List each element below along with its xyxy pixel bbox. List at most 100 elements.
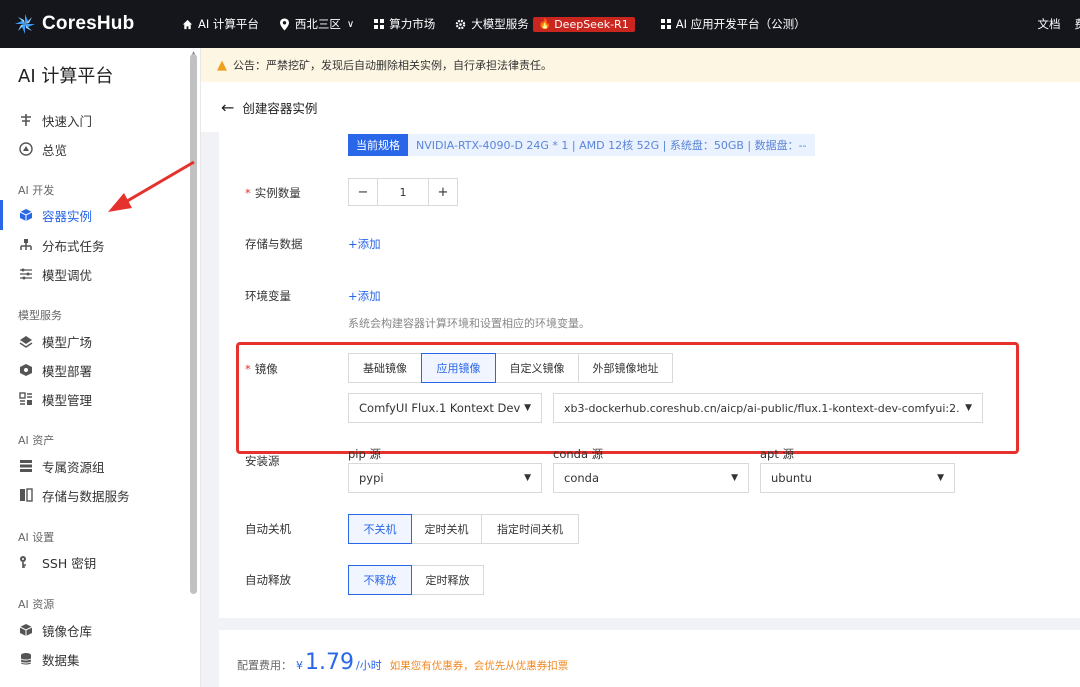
sidebar-item-storage[interactable]: 存储与数据服务 — [18, 483, 188, 507]
sidebar: AI 计算平台 ▲ 快速入门 总览 AI 开发 容器实例 分布式任务 模型调优 … — [0, 48, 201, 687]
env-label: 环境变量 — [245, 289, 291, 303]
docs-link[interactable]: 文档 — [1038, 16, 1061, 32]
group-ai-resources: AI 资源 — [18, 598, 55, 611]
apt-select[interactable]: ubuntu ▼ — [760, 463, 955, 493]
pip-value: pypi — [359, 471, 384, 485]
back-arrow-icon[interactable]: ← — [221, 98, 234, 117]
sidebar-item-label: 快速入门 — [42, 113, 93, 129]
sidebar-item-model-square[interactable]: 模型广场 — [18, 329, 188, 353]
fee-label: 配置费用： — [237, 659, 292, 672]
option-timed-shutdown[interactable]: 定时关机 — [411, 514, 482, 544]
spec-tag: 当前规格 — [348, 134, 408, 156]
pip-select[interactable]: pypi ▼ — [348, 463, 542, 493]
nav-compute-market-label: 算力市场 — [389, 17, 436, 31]
nav-ai-platform[interactable]: AI 计算平台 — [182, 0, 259, 48]
apt-value: ubuntu — [771, 471, 812, 485]
conda-label: conda 源 — [553, 447, 604, 461]
auto-release-options: 不释放 定时释放 — [348, 565, 484, 595]
sidebar-item-label: 存储与数据服务 — [42, 488, 130, 504]
sidebar-item-overview[interactable]: 总览 — [18, 137, 188, 161]
nav-llm-service[interactable]: 大模型服务 🔥 DeepSeek-R1 — [455, 0, 635, 48]
sidebar-item-label: 模型广场 — [42, 334, 93, 350]
sidebar-item-resource-group[interactable]: 专属资源组 — [18, 454, 188, 478]
pip-label: pip 源 — [348, 447, 381, 461]
sidebar-item-image-repo[interactable]: 镜像仓库 — [18, 618, 188, 642]
sidebar-item-label: 总览 — [42, 142, 68, 158]
caret-down-icon: ▼ — [937, 473, 944, 483]
nav-compute-market[interactable]: 算力市场 — [374, 0, 435, 48]
highlight-box — [236, 342, 1019, 454]
billing-link[interactable]: 费 — [1075, 16, 1080, 32]
fee-currency: ¥ — [296, 659, 303, 672]
storage-add-link[interactable]: +添加 — [348, 236, 381, 252]
option-no-shutdown[interactable]: 不关机 — [348, 514, 412, 544]
auto-release-label: 自动释放 — [245, 573, 291, 587]
coreshub-logo[interactable]: CoresHub — [14, 13, 160, 35]
grid-icon — [374, 19, 385, 29]
region-label: 西北三区 — [294, 17, 341, 31]
sidebar-item-distributed-tasks[interactable]: 分布式任务 — [18, 233, 188, 257]
option-timed-release[interactable]: 定时释放 — [411, 565, 484, 595]
sidebar-item-label: 模型管理 — [42, 392, 93, 408]
instance-count-label-text: 实例数量 — [254, 186, 301, 200]
sidebar-item-label: 模型部署 — [42, 363, 93, 379]
sidebar-item-dataset[interactable]: 数据集 — [18, 647, 188, 671]
nav-ai-app-platform[interactable]: AI 应用开发平台（公测） — [660, 0, 806, 48]
conda-value: conda — [564, 471, 599, 485]
group-ai-dev: AI 开发 — [18, 184, 55, 197]
storage-icon — [18, 487, 34, 503]
source-label: 安装源 — [245, 454, 280, 468]
page-title: 创建容器实例 — [242, 100, 318, 116]
deploy-icon — [18, 362, 34, 378]
quickstart-icon — [18, 112, 34, 128]
conda-select[interactable]: conda ▼ — [553, 463, 749, 493]
required-mark: * — [245, 186, 251, 200]
announcement-text: 公告：严禁挖矿，发现后自动删除相关实例，自行承担法律责任。 — [233, 59, 552, 72]
sidebar-item-container-instance[interactable]: 容器实例 — [18, 203, 188, 227]
deepseek-badge[interactable]: 🔥 DeepSeek-R1 — [532, 16, 635, 32]
env-hint: 系统会构建容器计算环境和设置相应的环境变量。 — [348, 317, 590, 330]
instance-count-value[interactable]: 1 — [377, 179, 429, 205]
key-icon — [18, 554, 34, 570]
nav-llm-service-label: 大模型服务 — [471, 17, 529, 31]
region-selector[interactable]: 西北三区 ∨ — [279, 0, 354, 48]
env-add-link[interactable]: +添加 — [348, 288, 381, 304]
fee-amount: 1.79 — [305, 650, 354, 675]
sidebar-item-model-deploy[interactable]: 模型部署 — [18, 358, 188, 382]
chevron-down-icon: ∨ — [346, 18, 355, 30]
sidebar-item-label: 容器实例 — [42, 208, 93, 224]
distributed-icon — [18, 237, 34, 253]
sidebar-scrollbar[interactable] — [190, 54, 197, 594]
dataset-icon — [18, 651, 34, 667]
sidebar-item-label: 数据集 — [42, 652, 80, 668]
instance-count-stepper: − 1 + — [348, 178, 458, 206]
sidebar-item-quickstart[interactable]: 快速入门 — [18, 108, 188, 132]
image-repo-icon — [18, 622, 34, 638]
sidebar-item-model-tuning[interactable]: 模型调优 — [18, 262, 188, 286]
sidebar-item-label: 专属资源组 — [42, 459, 105, 475]
fee-unit: /小时 — [355, 659, 382, 672]
sidebar-item-model-manage[interactable]: 模型管理 — [18, 387, 188, 411]
decrement-button[interactable]: − — [349, 179, 377, 205]
active-indicator — [0, 200, 3, 230]
top-navigation-bar: CoresHub AI 计算平台 西北三区 ∨ 算力市场 大模型服务 🔥 Dee… — [0, 0, 1080, 48]
container-icon — [18, 207, 34, 223]
spec-text: NVIDIA-RTX-4090-D 24G * 1 | AMD 12核 52G … — [416, 139, 807, 152]
model-square-icon — [18, 333, 34, 349]
announcement-bar: ▲ 公告：严禁挖矿，发现后自动删除相关实例，自行承担法律责任。 — [201, 48, 1080, 82]
nav-ai-app-platform-label: AI 应用开发平台（公测） — [675, 17, 806, 31]
model-manage-icon — [18, 391, 34, 407]
option-no-release[interactable]: 不释放 — [348, 565, 412, 595]
fee-line: 配置费用： ¥ 1.79 /小时 如果您有优惠券，会优先从优惠券扣票 — [237, 650, 568, 675]
location-pin-icon — [279, 18, 290, 31]
tab-app-image[interactable]: 应用镜像 — [421, 353, 496, 383]
nav-ai-platform-label: AI 计算平台 — [198, 17, 259, 31]
logo-text: CoresHub — [42, 13, 135, 34]
increment-button[interactable]: + — [429, 179, 457, 205]
group-model-service: 模型服务 — [18, 309, 62, 322]
option-scheduled-shutdown[interactable]: 指定时间关机 — [481, 514, 579, 544]
sidebar-item-ssh-key[interactable]: SSH 密钥 — [18, 550, 188, 574]
grid-icon — [660, 19, 671, 29]
top-nav: AI 计算平台 西北三区 ∨ 算力市场 大模型服务 🔥 DeepSeek-R1 — [160, 0, 826, 48]
deepseek-badge-label: DeepSeek-R1 — [554, 17, 629, 31]
